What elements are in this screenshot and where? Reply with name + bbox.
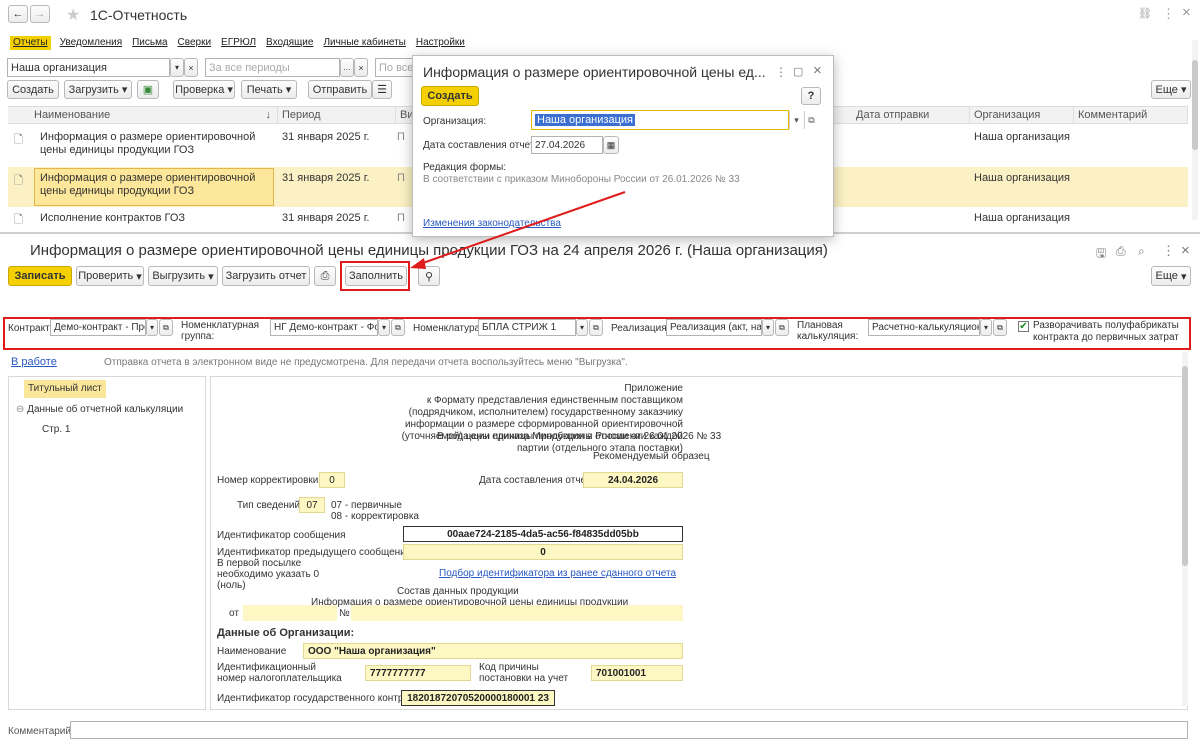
annotation-arrow [410, 191, 626, 269]
